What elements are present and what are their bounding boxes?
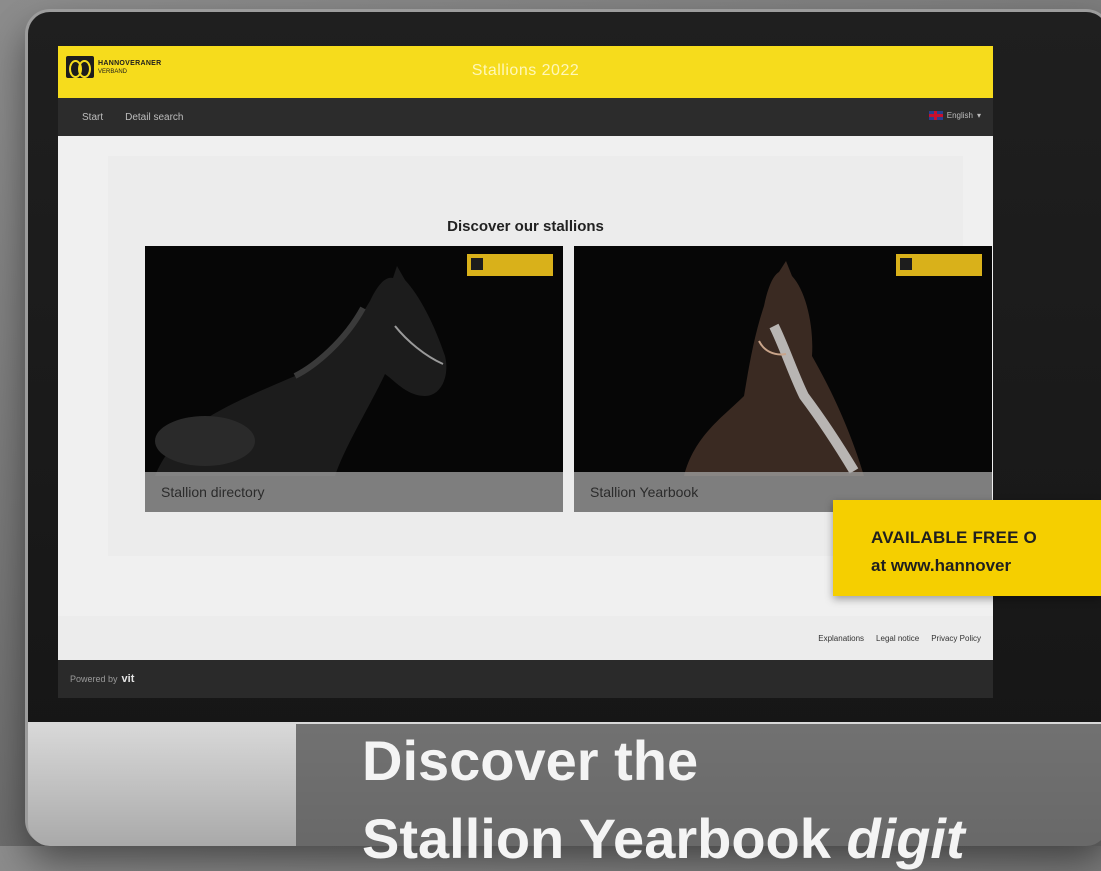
main-nav: Start Detail search English ▾ [58,98,993,136]
language-label: English [946,111,973,120]
headline-line1: Discover the [362,729,699,792]
language-selector[interactable]: English ▾ [928,111,981,120]
site-header: HANNOVERANER VERBAND Stallions 2022 [58,46,993,98]
footer-privacy-policy[interactable]: Privacy Policy [931,634,981,643]
headline-line2-main: Stallion Yearbook [362,807,847,870]
banner-line1: AVAILABLE FREE O [871,528,1037,547]
card-logo-badge [896,254,982,276]
card-label: Stallion Yearbook [590,484,699,500]
vit-logo[interactable]: vit [122,673,135,685]
nav-start[interactable]: Start [82,112,103,123]
site-title: Stallions 2022 [471,62,580,79]
uk-flag-icon [928,111,943,120]
stallion-yearbook-card[interactable]: Stallion Yearbook [574,246,992,512]
banner-url: at www.hannover [871,556,1012,575]
page-title: Discover our stallions [447,218,604,235]
nav-detail-search[interactable]: Detail search [125,112,183,123]
headline-line2-italic: digit [846,807,965,870]
card-logo-badge [467,254,553,276]
chevron-down-icon: ▾ [976,111,981,120]
availability-banner: AVAILABLE FREE O at www.hannover [833,500,1101,596]
stallion-directory-card[interactable]: Stallion directory [145,246,563,512]
powered-by-bar: Powered by vit [58,660,993,698]
headline-box: Discover the Stallion Yearbook digit [296,724,1101,870]
footer-explanations[interactable]: Explanations [818,634,864,643]
powered-by-text: Powered by [70,674,118,684]
headline-line2: Stallion Yearbook digit [362,806,965,871]
site-footer: Explanations Legal notice Privacy Policy [58,616,993,660]
browser-screen: HANNOVERANER VERBAND Stallions 2022 Star… [58,46,993,698]
footer-legal-notice[interactable]: Legal notice [876,634,919,643]
card-label: Stallion directory [161,484,265,500]
